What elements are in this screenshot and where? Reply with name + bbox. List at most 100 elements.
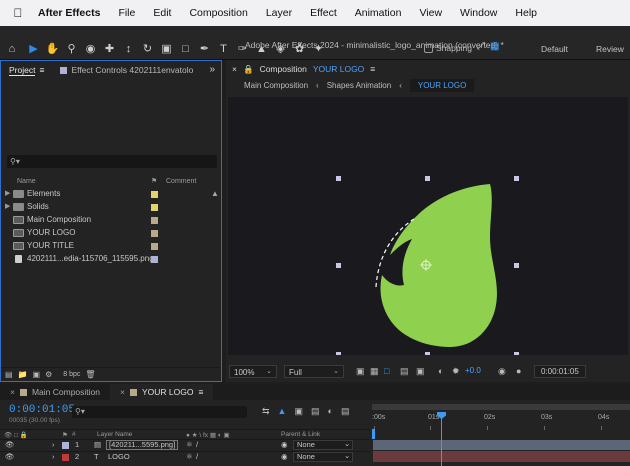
dolly-camera-icon[interactable]: ↕ (119, 39, 138, 58)
layer-duration-bar[interactable] (373, 440, 630, 450)
color-depth[interactable]: 8 bpc (63, 371, 80, 378)
interpret-footage-icon[interactable]: ▤ (5, 370, 13, 379)
guides-icon[interactable]: ▤ (400, 366, 409, 377)
current-time[interactable]: 0:00:01:05 (9, 404, 75, 416)
tab-your-logo[interactable]: × YOUR LOGO ≡ (110, 384, 214, 400)
list-item[interactable]: 4202111...edia-115706_115595.png (1, 253, 221, 266)
label-column-icon[interactable]: ⚑ (151, 177, 157, 185)
chevron-right-icon[interactable]: › (52, 440, 55, 449)
label-swatch[interactable] (151, 230, 158, 237)
draft-3d-icon[interactable]: ▲ (278, 406, 287, 417)
panel-menu-icon[interactable]: ≡ (39, 65, 44, 75)
layer-row[interactable]: 👁 › 2 T LOGO ⚛ / ◉ None ⌄ (0, 451, 370, 462)
shy-icon[interactable]: ⚛ (186, 440, 193, 449)
app-menu[interactable]: After Effects (36, 7, 109, 19)
region-of-interest-icon[interactable]: ▣ (356, 366, 365, 377)
new-folder-icon[interactable]: 📁 (18, 370, 28, 379)
type-tool-icon[interactable]: T (214, 39, 233, 58)
orbit-camera-icon[interactable]: ◉ (81, 39, 100, 58)
adjust-settings-icon[interactable]: ⚙ (45, 370, 52, 379)
work-area-bar[interactable] (372, 404, 630, 410)
pickwhip-icon[interactable]: ◉ (281, 452, 288, 461)
snapping-checkbox[interactable] (424, 43, 433, 53)
tab-main-composition[interactable]: × Main Composition (0, 384, 110, 400)
col-name[interactable]: Name (17, 178, 36, 185)
viewer-timecode[interactable]: 0:00:01:05 (534, 365, 586, 378)
lock-icon[interactable]: 🔒 (243, 64, 254, 75)
mask-visibility-icon[interactable]: □ (384, 366, 389, 376)
home-icon[interactable]: ⌂ (0, 39, 24, 58)
menu-animation[interactable]: Animation (346, 7, 411, 19)
breadcrumb-shapes-animation[interactable]: Shapes Animation (327, 81, 392, 90)
transform-handle[interactable] (514, 176, 519, 181)
parent-dropdown[interactable]: None ⌄ (293, 452, 353, 462)
eye-icon[interactable]: 👁 (5, 440, 15, 449)
playhead[interactable] (441, 414, 442, 466)
breadcrumb-main-composition[interactable]: Main Composition (244, 81, 308, 90)
snapshot-camera-icon[interactable]: ◉ (498, 366, 506, 377)
menu-composition[interactable]: Composition (180, 7, 256, 19)
menu-file[interactable]: File (109, 7, 144, 19)
transform-handle[interactable] (336, 176, 341, 181)
frame-blending-icon[interactable]: ▤ (311, 406, 320, 417)
workspace-default[interactable]: Default (541, 44, 568, 54)
transform-handle[interactable] (514, 352, 519, 355)
comp-flowchart-icon[interactable]: ⇆ (262, 406, 270, 417)
close-icon[interactable]: × (232, 64, 237, 74)
pickwhip-icon[interactable]: ◉ (281, 440, 288, 449)
rectangle-tool-icon[interactable]: □ (176, 39, 195, 58)
list-item[interactable]: YOUR LOGO (1, 227, 221, 240)
resolution-dropdown[interactable]: Full ⌄ (284, 365, 344, 378)
logo-shape[interactable] (380, 184, 497, 347)
trash-icon[interactable]: 🗑 (85, 370, 95, 379)
menu-view[interactable]: View (410, 7, 451, 19)
snap-edges-icon[interactable]: ⤢ (477, 41, 485, 52)
workspace-review[interactable]: Review (596, 44, 624, 54)
list-item[interactable]: ▶ Solids (1, 201, 221, 214)
breadcrumb-your-logo[interactable]: YOUR LOGO (409, 79, 475, 92)
col-parent-link[interactable]: Parent & Link (281, 431, 320, 438)
quality-icon[interactable]: / (196, 452, 198, 461)
pan-behind-tool-icon[interactable]: ▣ (157, 39, 176, 58)
col-comment[interactable]: Comment (166, 178, 196, 185)
panel-overflow-icon[interactable]: » (209, 64, 215, 75)
timeline-search-input[interactable]: ⚲▾ (72, 406, 247, 418)
transform-handle[interactable] (425, 176, 430, 181)
exposure-value[interactable]: +0.0 (465, 366, 481, 375)
composition-viewer[interactable] (228, 97, 628, 355)
zoom-tool-icon[interactable]: ⚲ (62, 39, 81, 58)
project-search-input[interactable]: ⚲▾ (7, 155, 217, 168)
close-icon[interactable]: × (120, 387, 125, 397)
rotation-tool-icon[interactable]: ↻ (138, 39, 157, 58)
label-swatch[interactable] (151, 217, 158, 224)
menu-layer[interactable]: Layer (257, 7, 301, 19)
label-swatch[interactable] (151, 191, 158, 198)
layer-name[interactable]: [420211...5595.png] (106, 440, 179, 450)
apple-menu-icon[interactable]:  (0, 6, 36, 20)
flowchart-icon[interactable]: ▲ (211, 189, 219, 198)
pan-camera-icon[interactable]: ✚ (100, 39, 119, 58)
panel-menu-icon[interactable]: ≡ (198, 387, 203, 397)
menu-effect[interactable]: Effect (301, 7, 346, 19)
list-item[interactable]: Main Composition (1, 214, 221, 227)
transform-handle[interactable] (336, 263, 341, 268)
motion-blur-icon[interactable]: ◐ (328, 406, 333, 417)
label-swatch[interactable] (151, 256, 158, 263)
work-area-start-handle[interactable] (372, 429, 375, 439)
snap-grid-icon[interactable]: ▦ (490, 41, 499, 52)
layer-duration-bar[interactable] (373, 451, 630, 462)
shy-icon[interactable]: ⚛ (186, 452, 193, 461)
label-swatch[interactable] (62, 442, 69, 449)
transform-handle[interactable] (514, 263, 519, 268)
list-item[interactable]: YOUR TITLE (1, 240, 221, 253)
col-layer-name[interactable]: Layer Name (97, 431, 132, 438)
panel-menu-icon[interactable]: ≡ (370, 64, 375, 74)
chevron-right-icon[interactable]: › (52, 452, 55, 461)
label-swatch[interactable] (151, 243, 158, 250)
list-item[interactable]: ▶ Elements ▲ (1, 188, 221, 201)
shy-layers-icon[interactable]: ▣ (294, 406, 303, 417)
menu-help[interactable]: Help (506, 7, 546, 19)
disclosure-triangle-icon[interactable]: ▶ (5, 202, 10, 210)
new-composition-icon[interactable]: ▣ (33, 370, 41, 379)
label-swatch[interactable] (151, 204, 158, 211)
